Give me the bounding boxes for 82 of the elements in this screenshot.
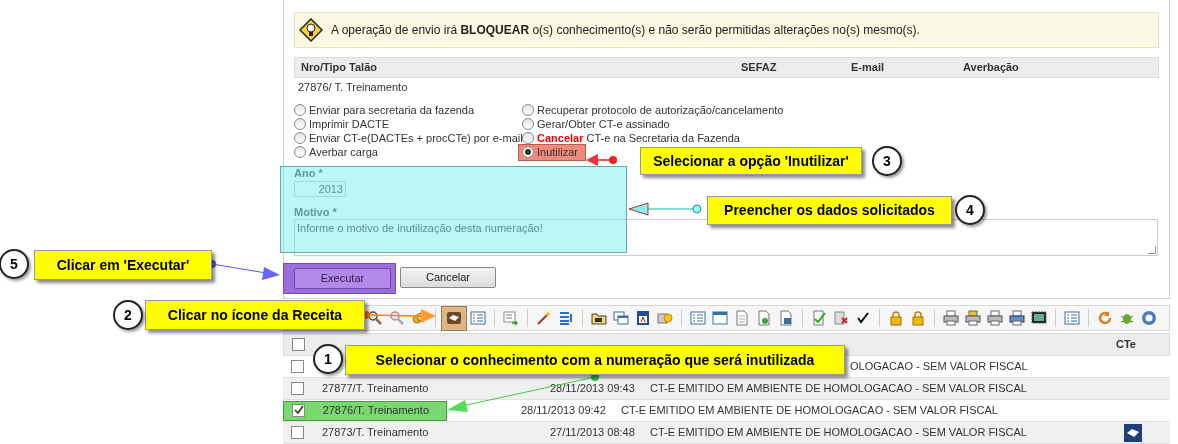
option-label: Enviar para secretaria da fazenda [309, 102, 475, 118]
document-check-icon [811, 310, 827, 326]
table-cell: OLOGACAO - SEM VALOR FISCAL [850, 360, 1028, 373]
document-icon [778, 310, 794, 326]
column-header: Nro/Tipo Talão [300, 60, 378, 76]
checkbox[interactable] [291, 360, 304, 373]
document-cross-icon [833, 310, 849, 326]
column-header: SEFAZ [740, 60, 778, 76]
refresh-icon [1097, 310, 1113, 326]
radio-button[interactable] [522, 132, 534, 144]
lightbulb-icon [299, 18, 323, 42]
column-header: CTe [1116, 337, 1137, 353]
option-label: Averbar carga [309, 144, 378, 160]
checkbox[interactable] [291, 404, 305, 417]
windows-icon [613, 310, 629, 326]
callout-box: Clicar em 'Executar' [34, 250, 212, 280]
document-icon [635, 310, 651, 326]
checkbox[interactable] [291, 426, 304, 439]
radio-button[interactable] [522, 146, 534, 158]
step-number: 3 [872, 146, 902, 176]
list-icon [558, 310, 574, 326]
document-icon [756, 310, 772, 326]
step-number: 5 [0, 249, 29, 279]
toolbar-button[interactable] [1006, 307, 1028, 329]
checkbox[interactable] [292, 338, 305, 351]
year-field[interactable]: 2013 [294, 181, 346, 197]
execute-button[interactable]: Executar [294, 268, 391, 289]
table-cell: CT-E EMITIDO EM AMBIENTE DE HOMOLOGACAO - SEM VALOR FISCAL [621, 404, 998, 417]
padlock-icon [888, 310, 904, 326]
callout-box: Selecionar o conhecimento com a numeração que será inutilizada [345, 345, 845, 375]
printer-icon [987, 310, 1003, 326]
table-cell: 28/11/2013 09:43 [550, 382, 635, 395]
field-label: Ano * [294, 166, 323, 180]
step-number: 2 [113, 300, 143, 330]
field-label: Motivo * [294, 205, 337, 219]
screen-icon [1031, 310, 1047, 326]
table-cell: 27877/T. Treinamento [322, 382, 429, 395]
list-icon [470, 310, 486, 326]
cancel-button[interactable]: Cancelar [400, 267, 496, 288]
window-icon [712, 310, 728, 326]
column-header: Averbação [962, 60, 1020, 76]
callout-box: Selecionar a opção 'Inutilizar' [640, 147, 862, 175]
radio-button[interactable] [294, 146, 306, 158]
checkbox[interactable] [291, 382, 304, 395]
wand-icon [536, 310, 552, 326]
option-label: Enviar CT-e(DACTEs + procCTe) por e-mail [309, 130, 523, 146]
padlock-icon [910, 310, 926, 326]
table-cell: 28/11/2013 09:42 [521, 404, 606, 417]
table-cell: CT-E EMITIDO EM AMBIENTE DE HOMOLOGACAO - SEM VALOR FISCAL [650, 382, 1027, 395]
radio-button[interactable] [294, 104, 306, 116]
option-label: Gerar/Obter CT-e assinado [537, 116, 670, 132]
checkmark-icon [855, 310, 871, 326]
table-cell-text: 27876/ T. Treinamento [297, 79, 409, 95]
document-icon [734, 310, 750, 326]
table-cell: 27873/T. Treinamento [322, 426, 429, 439]
notice-text: A operação de envio irá BLOQUEAR o(s) conhecimento(s) e não serão permitidas alterações no(s) mesmo(s). [331, 22, 920, 39]
folder-icon [591, 310, 607, 326]
option-label: Recuperar protocolo de autorização/cancelamento [537, 102, 784, 118]
option-emphasis: Cancelar [537, 130, 584, 146]
printer-icon [1009, 310, 1025, 326]
radio-button[interactable] [294, 132, 306, 144]
callout-box: Clicar no ícone da Receita [145, 300, 365, 330]
search-icon [389, 310, 405, 326]
option-label: CT-e na Secretaria da Fazenda [586, 130, 740, 146]
option-label: Inutilizar [537, 144, 578, 160]
callout-box: Preencher os dados solicitados [707, 196, 952, 225]
radio-button[interactable] [294, 118, 306, 130]
list-icon [690, 310, 706, 326]
step-number: 4 [955, 195, 985, 225]
table-cell: CT-E EMITIDO EM AMBIENTE DE HOMOLOGACAO - SEM VALOR FISCAL [650, 426, 1027, 439]
printer-icon [943, 310, 959, 326]
table-cell: 27/11/2013 08:48 [550, 426, 635, 439]
toolbar-button[interactable] [441, 305, 467, 331]
radio-button[interactable] [522, 104, 534, 116]
radio-button[interactable] [522, 118, 534, 130]
cte-logo-icon [1123, 423, 1142, 442]
column-header: E-mail [850, 60, 885, 76]
table-cell: 27876/T. Treinamento [322, 404, 430, 417]
option-label: Imprimir DACTE [309, 116, 390, 132]
connector-arrow [586, 154, 617, 166]
list-icon [1064, 310, 1080, 326]
printer-icon [965, 310, 981, 326]
